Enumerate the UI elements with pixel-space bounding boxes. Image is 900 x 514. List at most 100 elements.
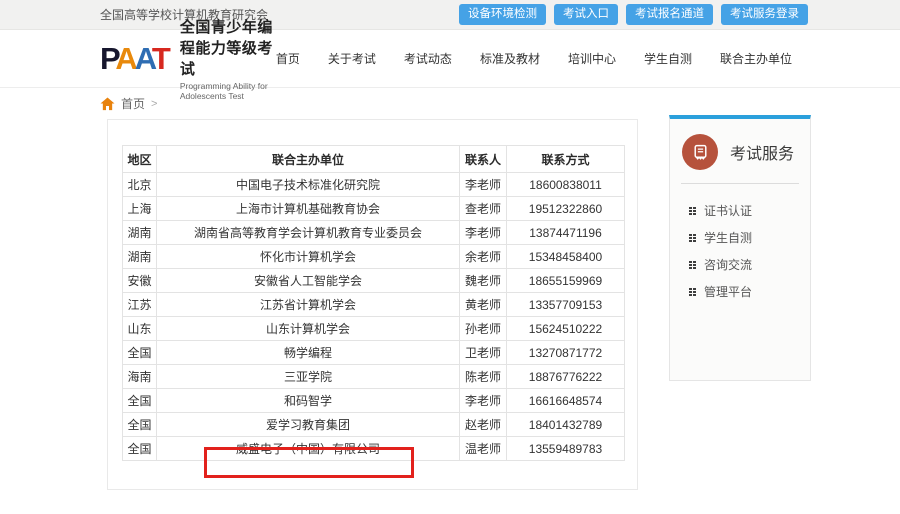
phone-cell: 18655159969	[507, 269, 625, 293]
exam-service-item[interactable]: 咨询交流	[689, 251, 810, 278]
table-row: 上海 上海市计算机基础教育协会 查老师 19512322860	[123, 197, 625, 221]
org-cell: 畅学编程	[157, 341, 460, 365]
breadcrumb-home[interactable]: 首页	[121, 95, 145, 112]
phone-cell: 16616648574	[507, 389, 625, 413]
phone-cell: 15348458400	[507, 245, 625, 269]
column-header: 地区	[123, 146, 157, 173]
topbar-button[interactable]: 考试入口	[554, 4, 618, 26]
exam-services-title: 考试服务	[730, 140, 794, 164]
table-row: 全国 爱学习教育集团 赵老师 18401432789	[123, 413, 625, 437]
home-icon[interactable]	[100, 97, 115, 111]
exam-service-item[interactable]: 学生自测	[689, 224, 810, 251]
contact-cell: 温老师	[460, 437, 507, 461]
partners-card: 地区联合主办单位联系人联系方式 北京 中国电子技术标准化研究院 李老师 1860…	[107, 119, 638, 490]
table-header-row: 地区联合主办单位联系人联系方式	[123, 146, 625, 173]
table-row: 湖南 湖南省高等教育学会计算机教育专业委员会 李老师 13874471196	[123, 221, 625, 245]
exam-service-label: 学生自测	[704, 229, 752, 246]
contact-cell: 黄老师	[460, 293, 507, 317]
contact-cell: 李老师	[460, 389, 507, 413]
nav-item[interactable]: 学生自测	[644, 50, 692, 67]
contact-cell: 卫老师	[460, 341, 507, 365]
site-title: 全国青少年编程能力等级考试	[180, 16, 276, 79]
phone-cell: 18401432789	[507, 413, 625, 437]
region-cell: 全国	[123, 413, 157, 437]
region-cell: 安徽	[123, 269, 157, 293]
org-cell: 威盛电子（中国）有限公司	[157, 437, 460, 461]
partners-table: 地区联合主办单位联系人联系方式 北京 中国电子技术标准化研究院 李老师 1860…	[122, 145, 625, 461]
region-cell: 全国	[123, 341, 157, 365]
org-cell: 安徽省人工智能学会	[157, 269, 460, 293]
contact-cell: 李老师	[460, 173, 507, 197]
exam-service-item[interactable]: 管理平台	[689, 278, 810, 305]
table-row: 山东 山东计算机学会 孙老师 15624510222	[123, 317, 625, 341]
org-cell: 湖南省高等教育学会计算机教育专业委员会	[157, 221, 460, 245]
org-cell: 怀化市计算机学会	[157, 245, 460, 269]
site-subtitle: Programming Ability for Adolescents Test	[180, 81, 276, 101]
region-cell: 湖南	[123, 245, 157, 269]
org-cell: 和码智学	[157, 389, 460, 413]
grid-icon	[689, 288, 696, 296]
breadcrumb-separator: >	[151, 98, 157, 110]
contact-cell: 余老师	[460, 245, 507, 269]
phone-cell: 19512322860	[507, 197, 625, 221]
topbar-button[interactable]: 设备环境检测	[459, 4, 546, 26]
contact-cell: 魏老师	[460, 269, 507, 293]
org-cell: 上海市计算机基础教育协会	[157, 197, 460, 221]
paat-logo-letters: PAAT	[100, 43, 172, 74]
paat-logo: PAAT 全国青少年编程能力等级考试 Programming Ability f…	[100, 16, 276, 101]
contact-cell: 孙老师	[460, 317, 507, 341]
phone-cell: 13559489783	[507, 437, 625, 461]
exam-services-header: 考试服务	[670, 119, 810, 183]
column-header: 联系人	[460, 146, 507, 173]
table-row: 安徽 安徽省人工智能学会 魏老师 18655159969	[123, 269, 625, 293]
nav-item[interactable]: 联合主办单位	[720, 50, 792, 67]
page: 全国高等学校计算机教育研究会 设备环境检测 考试入口 考试报名通道 考试服务登录…	[0, 0, 900, 514]
org-cell: 三亚学院	[157, 365, 460, 389]
topbar-button[interactable]: 考试服务登录	[721, 4, 808, 26]
logo-letter: T	[152, 41, 168, 76]
logo-letter: P	[100, 41, 115, 76]
logo-letter: A	[135, 41, 152, 76]
exam-services-list: 证书认证 学生自测 咨询交流 管理平台	[670, 184, 810, 305]
region-cell: 江苏	[123, 293, 157, 317]
topbar-button[interactable]: 考试报名通道	[626, 4, 713, 26]
region-cell: 湖南	[123, 221, 157, 245]
column-header: 联系方式	[507, 146, 625, 173]
table-body: 北京 中国电子技术标准化研究院 李老师 18600838011 上海 上海市计算…	[123, 173, 625, 461]
nav-item[interactable]: 标准及教材	[480, 50, 540, 67]
certificate-icon	[682, 134, 718, 170]
exam-service-label: 证书认证	[704, 202, 752, 219]
org-cell: 山东计算机学会	[157, 317, 460, 341]
phone-cell: 18600838011	[507, 173, 625, 197]
table-row: 全国 畅学编程 卫老师 13270871772	[123, 341, 625, 365]
org-cell: 爱学习教育集团	[157, 413, 460, 437]
nav-item[interactable]: 首页	[276, 50, 300, 67]
table-row: 北京 中国电子技术标准化研究院 李老师 18600838011	[123, 173, 625, 197]
site-header: PAAT 全国青少年编程能力等级考试 Programming Ability f…	[0, 30, 900, 88]
table-row: 湖南 怀化市计算机学会 余老师 15348458400	[123, 245, 625, 269]
contact-cell: 李老师	[460, 221, 507, 245]
region-cell: 海南	[123, 365, 157, 389]
table-row: 全国 威盛电子（中国）有限公司 温老师 13559489783	[123, 437, 625, 461]
grid-icon	[689, 207, 696, 215]
logo-letter: A	[115, 41, 134, 76]
exam-service-item[interactable]: 证书认证	[689, 197, 810, 224]
phone-cell: 13874471196	[507, 221, 625, 245]
region-cell: 上海	[123, 197, 157, 221]
nav-item[interactable]: 考试动态	[404, 50, 452, 67]
phone-cell: 13270871772	[507, 341, 625, 365]
phone-cell: 15624510222	[507, 317, 625, 341]
contact-cell: 查老师	[460, 197, 507, 221]
region-cell: 山东	[123, 317, 157, 341]
logo-text: 全国青少年编程能力等级考试 Programming Ability for Ad…	[180, 16, 276, 101]
main-nav: 首页 关于考试 考试动态 标准及教材 培训中心 学生自测 联合主办单位	[276, 50, 792, 67]
contact-cell: 陈老师	[460, 365, 507, 389]
region-cell: 北京	[123, 173, 157, 197]
nav-item[interactable]: 培训中心	[568, 50, 616, 67]
phone-cell: 13357709153	[507, 293, 625, 317]
column-header: 联合主办单位	[157, 146, 460, 173]
nav-item[interactable]: 关于考试	[328, 50, 376, 67]
exam-service-label: 咨询交流	[704, 256, 752, 273]
exam-service-label: 管理平台	[704, 283, 752, 300]
table-row: 全国 和码智学 李老师 16616648574	[123, 389, 625, 413]
